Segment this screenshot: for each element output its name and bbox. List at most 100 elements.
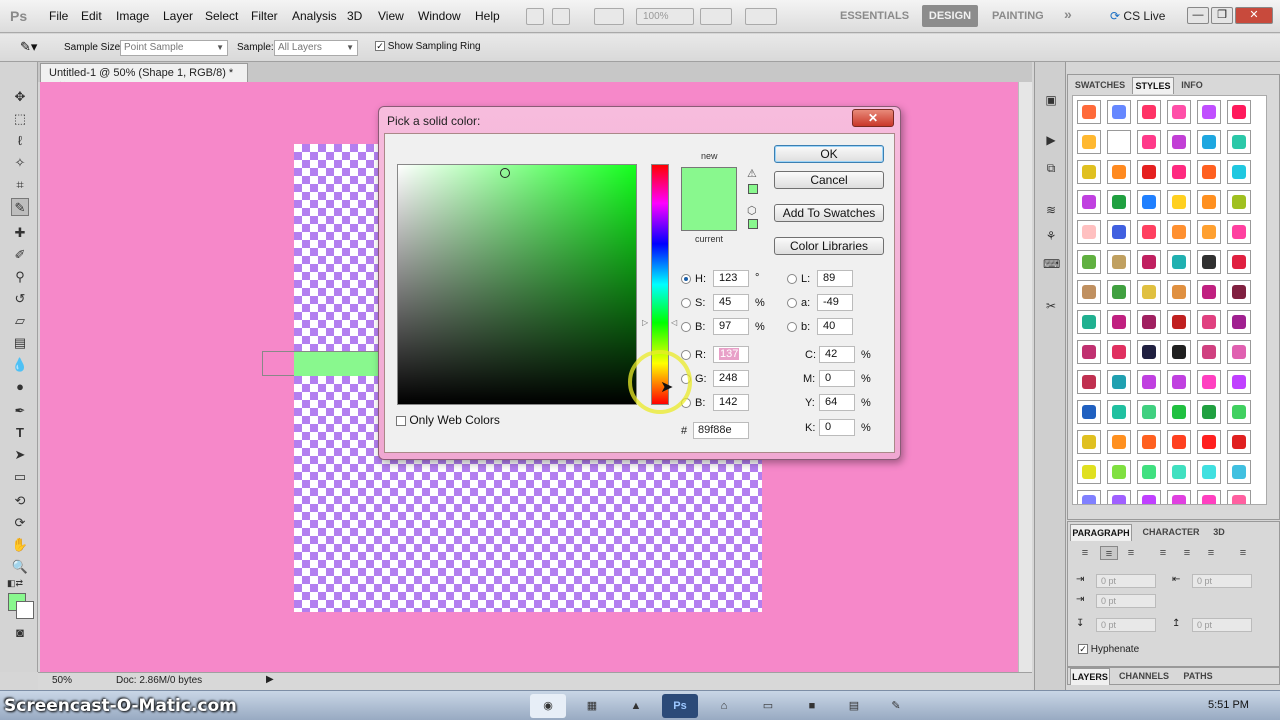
style-preset-swatch[interactable] <box>1197 130 1221 154</box>
style-preset-swatch[interactable] <box>1077 130 1101 154</box>
tab-paths[interactable]: PATHS <box>1178 668 1218 685</box>
tool-presets-panel-icon[interactable]: ✂ <box>1043 298 1059 314</box>
style-preset-swatch[interactable] <box>1107 220 1131 244</box>
blur-tool-icon[interactable]: 💧 <box>11 356 29 374</box>
add-to-swatches-button[interactable]: Add To Swatches <box>774 204 884 222</box>
align-right-icon[interactable]: ≡ <box>1122 546 1140 560</box>
style-preset-swatch[interactable] <box>1227 130 1251 154</box>
style-preset-swatch[interactable] <box>1107 190 1131 214</box>
style-preset-swatch[interactable] <box>1227 490 1251 504</box>
style-preset-swatch[interactable] <box>1077 280 1101 304</box>
style-preset-swatch[interactable] <box>1137 400 1161 424</box>
hyphenate-checkbox[interactable]: ✓ <box>1078 644 1088 655</box>
hue-field[interactable]: 123 <box>713 270 749 287</box>
crop-tool-icon[interactable]: ⌗ <box>11 176 29 194</box>
tab-swatches[interactable]: SWATCHES <box>1070 77 1130 94</box>
cancel-button[interactable]: Cancel <box>774 171 884 189</box>
style-preset-swatch[interactable] <box>1227 340 1251 364</box>
screen-mode-icon[interactable] <box>745 8 777 25</box>
3d-orbit-tool-icon[interactable]: ⟳ <box>11 514 29 532</box>
style-preset-swatch[interactable] <box>1227 280 1251 304</box>
status-menu-arrow-icon[interactable]: ▶ <box>266 674 274 685</box>
style-preset-swatch[interactable] <box>1197 280 1221 304</box>
type-tool-icon[interactable]: T <box>11 424 29 442</box>
color-libraries-button[interactable]: Color Libraries <box>774 237 884 255</box>
eyedropper-tool-icon[interactable]: ✎ <box>11 198 29 216</box>
style-preset-swatch[interactable] <box>1227 370 1251 394</box>
style-preset-swatch[interactable] <box>1197 370 1221 394</box>
style-preset-swatch[interactable] <box>1107 160 1131 184</box>
out-of-gamut-warning-icon[interactable]: ⚠ <box>747 167 757 180</box>
style-preset-swatch[interactable] <box>1167 400 1191 424</box>
pen-tool-icon[interactable]: ✒ <box>11 402 29 420</box>
lasso-tool-icon[interactable]: ℓ <box>11 132 29 150</box>
justify-last-center-icon[interactable]: ≡ <box>1178 546 1196 560</box>
more-workspaces-icon[interactable]: » <box>1064 6 1072 22</box>
window-taskbar-icon[interactable]: ▤ <box>836 694 872 718</box>
vertical-scrollbar[interactable] <box>1018 82 1032 672</box>
lab-a-field[interactable]: -49 <box>817 294 853 311</box>
healing-brush-tool-icon[interactable]: ✚ <box>11 224 29 242</box>
style-preset-swatch[interactable] <box>1167 130 1191 154</box>
style-preset-swatch[interactable] <box>1137 460 1161 484</box>
background-color-swatch[interactable] <box>16 601 34 619</box>
web-safe-color-swatch[interactable] <box>748 219 758 229</box>
red-field[interactable]: 137 <box>713 346 749 363</box>
minecraft-taskbar-icon[interactable]: ■ <box>794 694 830 718</box>
hue-radio[interactable] <box>681 274 691 284</box>
style-preset-swatch[interactable] <box>1107 100 1131 124</box>
lab-b-radio[interactable] <box>787 322 797 332</box>
style-preset-swatch[interactable] <box>1077 460 1101 484</box>
tab-layers[interactable]: LAYERS <box>1070 668 1110 685</box>
menu-image[interactable]: Image <box>116 9 149 23</box>
tab-styles[interactable]: STYLES <box>1132 77 1174 94</box>
style-preset-swatch[interactable] <box>1167 280 1191 304</box>
photoshop-taskbar-icon[interactable]: Ps <box>662 694 698 718</box>
style-preset-swatch[interactable] <box>1137 310 1161 334</box>
style-preset-swatch[interactable] <box>1107 340 1131 364</box>
hue-slider-left-arrow-icon[interactable]: ▷ <box>642 318 648 327</box>
style-preset-swatch[interactable] <box>1077 310 1101 334</box>
brush-tool-icon[interactable]: ✐ <box>11 246 29 264</box>
actions-panel-icon[interactable]: ▶ <box>1043 132 1059 148</box>
style-preset-swatch[interactable] <box>1197 400 1221 424</box>
saturation-brightness-field[interactable] <box>397 164 637 405</box>
menu-window[interactable]: Window <box>418 9 461 23</box>
style-preset-swatch[interactable] <box>1167 370 1191 394</box>
notepad-taskbar-icon[interactable]: ✎ <box>878 694 914 718</box>
style-preset-swatch[interactable] <box>1227 310 1251 334</box>
style-preset-swatch[interactable] <box>1137 160 1161 184</box>
tab-3d[interactable]: 3D <box>1208 524 1230 541</box>
menu-layer[interactable]: Layer <box>163 9 193 23</box>
minimize-button[interactable]: — <box>1187 7 1209 24</box>
lab-a-radio[interactable] <box>787 298 797 308</box>
workspace-essentials[interactable]: ESSENTIALS <box>840 10 909 22</box>
style-preset-swatch[interactable] <box>1227 160 1251 184</box>
gradient-tool-icon[interactable]: ▤ <box>11 334 29 352</box>
brightness-radio[interactable] <box>681 322 691 332</box>
move-tool-icon[interactable]: ✥ <box>11 88 29 106</box>
style-preset-swatch[interactable] <box>1167 430 1191 454</box>
show-sampling-ring-checkbox[interactable]: ✓ <box>375 41 385 52</box>
quick-selection-tool-icon[interactable]: ✧ <box>11 154 29 172</box>
color-selection-ring[interactable] <box>500 168 510 178</box>
show-sampling-ring-option[interactable]: ✓ Show Sampling Ring <box>375 41 481 52</box>
clone-stamp-tool-icon[interactable]: ⚲ <box>11 268 29 286</box>
style-preset-swatch[interactable] <box>1107 130 1131 154</box>
style-preset-swatch[interactable] <box>1077 250 1101 274</box>
tab-character[interactable]: CHARACTER <box>1136 524 1206 541</box>
bridge-icon[interactable] <box>526 8 544 25</box>
masks-panel-icon[interactable]: ⚘ <box>1043 228 1059 244</box>
zoom-level[interactable]: 50% <box>52 675 72 686</box>
style-preset-swatch[interactable] <box>1167 490 1191 504</box>
only-web-colors-option[interactable]: Only Web Colors <box>396 413 500 427</box>
style-preset-swatch[interactable] <box>1167 160 1191 184</box>
current-color-swatch[interactable] <box>681 199 737 231</box>
hex-field[interactable]: 89f88e <box>693 422 749 439</box>
style-preset-swatch[interactable] <box>1227 190 1251 214</box>
media-taskbar-icon[interactable]: ⌂ <box>706 694 742 718</box>
hyphenate-option[interactable]: ✓ Hyphenate <box>1078 644 1139 655</box>
style-preset-swatch[interactable] <box>1107 280 1131 304</box>
style-preset-swatch[interactable] <box>1197 190 1221 214</box>
style-preset-swatch[interactable] <box>1107 310 1131 334</box>
